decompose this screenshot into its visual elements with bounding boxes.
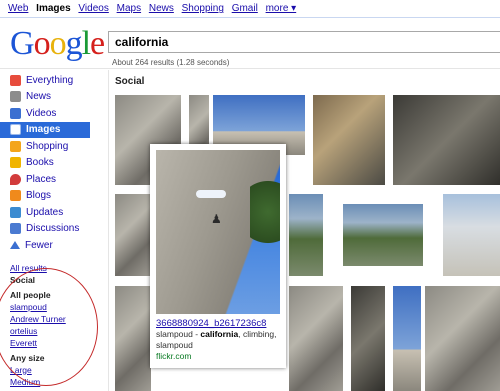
sidebar-item-discussions[interactable]: Discussions (0, 221, 100, 238)
header-divider (0, 68, 500, 69)
top-divider (0, 17, 500, 18)
sidebar-item-books[interactable]: Books (0, 155, 100, 172)
preview-description: slampoud - california, climbing, slampoud (156, 329, 277, 350)
triangle-up-icon (10, 241, 20, 250)
image-thumbnail[interactable] (393, 95, 500, 185)
image-thumbnail[interactable] (343, 204, 423, 266)
images-icon (10, 124, 21, 136)
search-input[interactable] (108, 31, 500, 53)
image-thumbnail[interactable] (443, 194, 500, 276)
sidebar-item-videos[interactable]: Videos (0, 105, 100, 122)
nav-images[interactable]: Images (36, 3, 70, 14)
image-thumbnail[interactable] (115, 194, 151, 276)
sidebar-item-images[interactable]: Images (0, 121, 90, 138)
sidebar-item-shopping[interactable]: Shopping (0, 138, 100, 155)
sidebar-item-blogs[interactable]: Blogs (0, 188, 100, 205)
image-thumbnail[interactable] (393, 286, 421, 391)
nav-gmail[interactable]: Gmail (232, 3, 258, 14)
image-thumbnail[interactable] (115, 286, 151, 391)
image-thumbnail[interactable] (289, 286, 343, 391)
google-logo[interactable]: Google (10, 24, 105, 64)
sidebar-item-updates[interactable]: Updates (0, 204, 100, 221)
climber-figure: ♟ (211, 212, 222, 226)
nav-maps[interactable]: Maps (117, 3, 141, 14)
sidebar-item-places[interactable]: Places (0, 171, 100, 188)
nav-news[interactable]: News (149, 3, 174, 14)
nav-shopping[interactable]: Shopping (182, 3, 224, 14)
everything-icon (10, 74, 21, 86)
news-icon (10, 91, 21, 103)
sidebar-item-fewer[interactable]: Fewer (0, 237, 100, 254)
nav-web[interactable]: Web (8, 3, 28, 14)
places-icon (10, 173, 21, 185)
image-thumbnail[interactable] (425, 286, 500, 391)
image-thumbnail[interactable] (351, 286, 385, 391)
result-stats: About 264 results (1.28 seconds) (112, 58, 230, 67)
sidebar-item-everything[interactable]: Everything (0, 72, 100, 89)
nav-videos[interactable]: Videos (78, 3, 108, 14)
videos-icon (10, 107, 21, 119)
sidebar-item-news[interactable]: News (0, 89, 100, 106)
shopping-icon (10, 140, 21, 152)
nav-more[interactable]: more ▾ (266, 3, 297, 14)
preview-source-url: flickr.com (156, 351, 192, 361)
updates-icon (10, 206, 21, 218)
image-preview-popup[interactable]: ♟ 3668880924_b2617236c8 slampoud - calif… (150, 144, 286, 368)
books-icon (10, 157, 21, 169)
blogs-icon (10, 190, 21, 202)
top-navigation: Web Images Videos Maps News Shopping Gma… (8, 3, 301, 14)
discussions-icon (10, 223, 21, 235)
image-thumbnail[interactable] (313, 95, 385, 185)
preview-image[interactable]: ♟ (156, 150, 280, 314)
image-thumbnail[interactable] (289, 194, 323, 276)
section-title: Social (115, 76, 145, 87)
preview-title-link[interactable]: 3668880924_b2617236c8 (156, 318, 280, 329)
